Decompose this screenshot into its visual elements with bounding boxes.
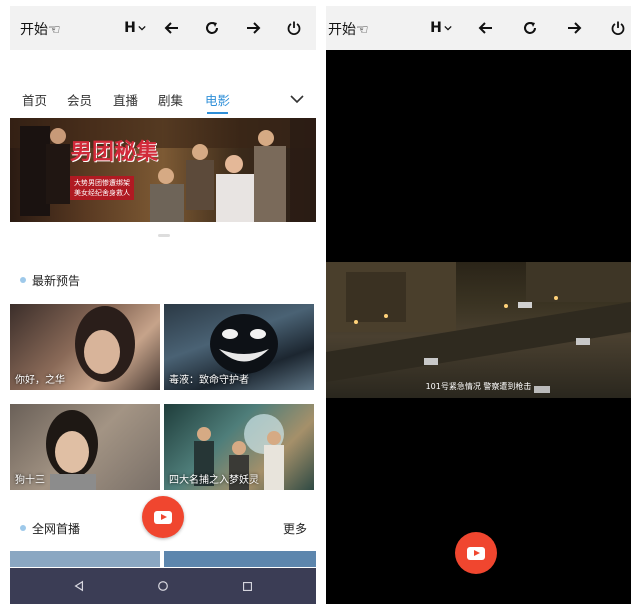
power-button[interactable] (282, 16, 306, 40)
more-link[interactable]: 更多 (283, 520, 307, 537)
left-phone-screen: 开始☜ H 首页 会员 直播 剧集 电影 男团秘集 大势男团惨遭绑架 美女经纪舍… (10, 6, 316, 604)
nav-recents-button[interactable] (238, 577, 256, 595)
trailer-card[interactable]: 你好，之华 (10, 304, 160, 390)
carousel-indicator (158, 234, 170, 237)
arrow-left-icon (164, 22, 178, 34)
tab-series[interactable]: 剧集 (158, 90, 183, 109)
triangle-back-icon (74, 580, 84, 592)
hero-banner[interactable]: 男团秘集 大势男团惨遭绑架 美女经纪舍身救人 (10, 118, 316, 222)
video-play-icon (154, 510, 172, 524)
trailer-card[interactable]: 毒液：致命守护者 (164, 304, 314, 390)
trailer-card[interactable]: 四大名捕之入梦妖灵 (164, 404, 314, 490)
trailer-card[interactable]: 狗十三 (10, 404, 160, 490)
video-fab-button[interactable] (455, 532, 497, 574)
h-label: H (430, 20, 442, 36)
forward-button[interactable] (241, 16, 265, 40)
tab-movies[interactable]: 电影 (205, 90, 230, 114)
video-player[interactable]: 101号紧急情况 警察遭到枪击 (326, 262, 631, 398)
card-caption: 你好，之华 (15, 375, 65, 386)
video-fab-button[interactable] (142, 496, 184, 538)
power-button[interactable] (606, 16, 630, 40)
arrow-right-icon (568, 22, 582, 34)
system-nav-bar (10, 568, 316, 604)
section-title-premiere: 全网首播 (32, 522, 81, 536)
premiere-thumbnail-left[interactable] (10, 551, 160, 567)
chevron-down-icon (138, 25, 146, 31)
h-menu-button[interactable]: H (120, 16, 150, 40)
forward-button[interactable] (562, 16, 586, 40)
arrow-right-icon (247, 22, 261, 34)
h-label: H (124, 20, 136, 36)
tab-home[interactable]: 首页 (22, 90, 47, 109)
square-recents-icon (242, 581, 252, 591)
start-label[interactable]: 开始☜ (20, 19, 61, 39)
card-caption: 狗十三 (15, 475, 45, 486)
h-menu-button[interactable]: H (426, 16, 456, 40)
nav-back-button[interactable] (70, 577, 88, 595)
banner-subtitle-line2: 美女经纪舍身救人 (74, 189, 130, 197)
tab-vip[interactable]: 会员 (67, 90, 92, 109)
circle-home-icon (158, 581, 168, 591)
power-icon (287, 21, 301, 35)
back-button[interactable] (160, 16, 184, 40)
expand-tabs-icon[interactable] (290, 94, 304, 104)
refresh-icon (206, 22, 218, 34)
video-subtitle: 101号紧急情况 警察遭到枪击 (425, 382, 532, 391)
banner-subtitle-line1: 大势男团惨遭绑架 (74, 179, 130, 187)
section-title-latest: 最新预告 (32, 274, 81, 288)
card-caption: 毒液：致命守护者 (169, 375, 249, 386)
top-toolbar: 开始☜ H (326, 6, 631, 50)
refresh-button[interactable] (200, 16, 224, 40)
banner-title: 男团秘集 (70, 139, 159, 165)
top-toolbar: 开始☜ H (10, 6, 316, 50)
banner-subtitle: 大势男团惨遭绑架 美女经纪舍身救人 (70, 176, 134, 200)
right-phone-screen: 开始☜ H 101号紧急情况 警察遭到枪击 (326, 6, 631, 604)
arrow-left-icon (478, 22, 492, 34)
power-icon (611, 21, 625, 35)
video-frame (326, 262, 631, 393)
start-label[interactable]: 开始☜ (328, 19, 369, 39)
back-button[interactable] (474, 16, 498, 40)
section-bullet-icon (20, 277, 26, 283)
card-caption: 四大名捕之入梦妖灵 (169, 475, 259, 486)
refresh-icon (524, 22, 536, 34)
refresh-button[interactable] (518, 16, 542, 40)
chevron-down-icon (444, 25, 452, 31)
video-play-icon (467, 546, 485, 560)
premiere-thumbnail-right[interactable] (164, 551, 316, 567)
tab-live[interactable]: 直播 (113, 90, 138, 109)
section-bullet-icon (20, 525, 26, 531)
nav-home-button[interactable] (154, 577, 172, 595)
banner-artwork (10, 118, 316, 222)
category-tabs: 首页 会员 直播 剧集 电影 (10, 90, 316, 116)
